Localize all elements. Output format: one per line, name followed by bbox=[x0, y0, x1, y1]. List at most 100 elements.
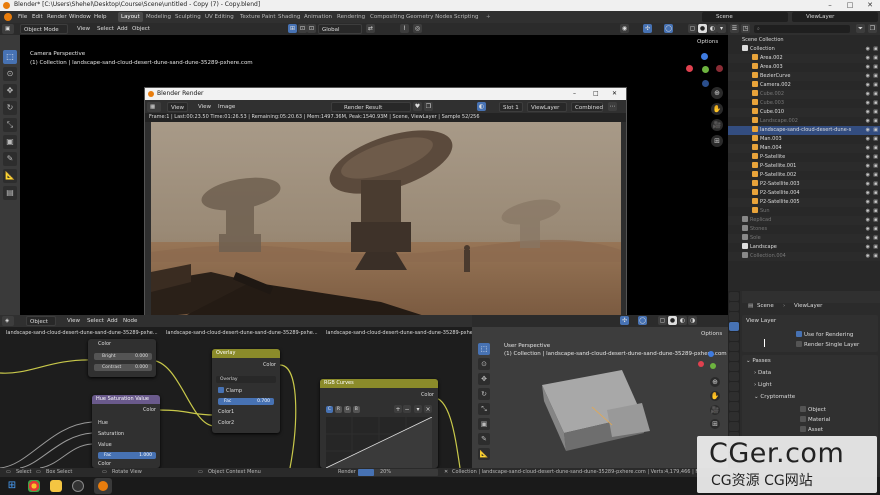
outliner-item[interactable]: Landscape.002 ◉ ▣ bbox=[728, 117, 880, 126]
render-visibility-icon[interactable]: ▣ bbox=[873, 198, 878, 207]
tab-shading[interactable]: Shading bbox=[275, 12, 303, 22]
visibility-eye-icon[interactable]: ◉ bbox=[866, 198, 870, 207]
visibility-eye-icon[interactable]: ◉ bbox=[866, 162, 870, 171]
slot-dropdown[interactable]: Slot 1 bbox=[499, 102, 523, 112]
menu-object[interactable]: Object bbox=[129, 24, 153, 34]
material-tab-icon[interactable] bbox=[729, 422, 739, 431]
proportional-edit-icon[interactable]: ◎ bbox=[413, 24, 422, 33]
windows-start-icon[interactable]: ⊞ bbox=[6, 480, 18, 492]
render-maximize-icon[interactable]: □ bbox=[593, 88, 599, 100]
visibility-eye-icon[interactable]: ◉ bbox=[866, 216, 870, 225]
move-tool-icon[interactable]: ✥ bbox=[3, 84, 17, 98]
channel-c-tab[interactable]: C bbox=[326, 406, 333, 413]
channel-g-tab[interactable]: G bbox=[343, 406, 351, 413]
outliner-item[interactable]: Camera.002 ◉ ▣ bbox=[728, 81, 880, 90]
outliner-item[interactable]: Cube.003 ◉ ▣ bbox=[728, 99, 880, 108]
visibility-eye-icon[interactable]: ◉ bbox=[866, 126, 870, 135]
visibility-eye-icon[interactable]: ◉ bbox=[866, 108, 870, 117]
new-image-icon[interactable]: ❐ bbox=[424, 102, 433, 111]
render-pass-dropdown[interactable]: Combined bbox=[571, 102, 603, 112]
blender-menu-icon[interactable] bbox=[4, 13, 12, 21]
vb-ortho-icon[interactable]: ⊞ bbox=[710, 419, 720, 429]
overlay-clamp-checkbox[interactable]: Clamp bbox=[218, 387, 242, 394]
vb-axis-z-icon[interactable] bbox=[708, 351, 714, 357]
axis-neg-x-icon[interactable] bbox=[716, 65, 723, 72]
outliner-item[interactable]: P2-Satellite.004 ◉ ▣ bbox=[728, 189, 880, 198]
zoom-icon[interactable]: ⊕ bbox=[711, 87, 723, 99]
render-menu-view[interactable]: View bbox=[195, 102, 214, 112]
visibility-eye-icon[interactable]: ◉ bbox=[866, 135, 870, 144]
visibility-eye-icon[interactable]: ◉ bbox=[866, 189, 870, 198]
vb-zoom-icon[interactable]: ⊕ bbox=[710, 377, 720, 387]
vb-axis-x-icon[interactable] bbox=[698, 361, 704, 367]
pivot-icon[interactable]: ⇄ bbox=[366, 24, 375, 33]
rotate-icon[interactable]: ⊡ bbox=[307, 24, 316, 33]
render-visibility-icon[interactable]: ▣ bbox=[873, 90, 878, 99]
outliner-item[interactable]: P2-Satellite.003 ◉ ▣ bbox=[728, 180, 880, 189]
use-for-rendering-checkbox[interactable]: Use for Rendering bbox=[796, 331, 853, 338]
outliner-item[interactable]: Cube.002 ◉ ▣ bbox=[728, 90, 880, 99]
render-visibility-icon[interactable]: ▣ bbox=[873, 225, 878, 234]
channel-b-tab[interactable]: B bbox=[352, 406, 360, 413]
particles-tab-icon[interactable] bbox=[729, 382, 739, 391]
tab-geometry-nodes[interactable]: Geometry Nodes bbox=[403, 12, 455, 22]
render-visibility-icon[interactable]: ▣ bbox=[873, 45, 878, 54]
visibility-eye-icon[interactable]: ◉ bbox=[866, 234, 870, 243]
render-visibility-icon[interactable]: ▣ bbox=[873, 144, 878, 153]
render-visibility-icon[interactable]: ▣ bbox=[873, 153, 878, 162]
shader-node-editor[interactable]: ◈ Object View Select Add Node landscape-… bbox=[0, 315, 472, 468]
outliner-item[interactable]: Area.002 ◉ ▣ bbox=[728, 54, 880, 63]
visibility-eye-icon[interactable]: ◉ bbox=[866, 72, 870, 81]
tab-rendering[interactable]: Rendering bbox=[334, 12, 368, 22]
transform-icon[interactable]: ⊞ bbox=[288, 24, 297, 33]
render-visibility-icon[interactable]: ▣ bbox=[873, 63, 878, 72]
options-dropdown[interactable]: Options bbox=[694, 37, 721, 47]
visibility-eye-icon[interactable]: ◉ bbox=[866, 180, 870, 189]
tab-compositing[interactable]: Compositing bbox=[367, 12, 407, 22]
close-icon[interactable]: ✕ bbox=[860, 0, 880, 11]
channel-r-tab[interactable]: R bbox=[334, 406, 342, 413]
overlays-icon[interactable]: ◯ bbox=[664, 24, 673, 33]
snap-icon[interactable]: ⌇ bbox=[400, 24, 409, 33]
rgb-curves-node-header[interactable]: RGB Curves bbox=[320, 379, 438, 388]
subpanel-cryptomatte[interactable]: ⌄ Cryptomatte bbox=[754, 394, 795, 400]
solid-shading-icon[interactable]: ● bbox=[698, 24, 707, 33]
visibility-eye-icon[interactable]: ◉ bbox=[866, 54, 870, 63]
render-visibility-icon[interactable]: ▣ bbox=[873, 171, 878, 180]
transform-tool-icon[interactable]: ▣ bbox=[3, 135, 17, 149]
view-layer-tab-icon[interactable] bbox=[729, 322, 739, 331]
cursor-tool-icon[interactable]: ⊙ bbox=[3, 67, 17, 81]
hsv-node-header[interactable]: Hue Saturation Value bbox=[92, 395, 160, 404]
annotate-tool-icon[interactable]: ✎ bbox=[3, 152, 17, 166]
rendered-shading-icon[interactable]: ◐ bbox=[708, 24, 717, 33]
hue-saturation-value-node[interactable]: Hue Saturation Value Color Hue Saturatio… bbox=[92, 395, 160, 468]
axis-neg-z-icon[interactable] bbox=[702, 80, 709, 87]
visibility-eye-icon[interactable]: ◉ bbox=[866, 252, 870, 261]
outliner-item[interactable]: Man.004 ◉ ▣ bbox=[728, 144, 880, 153]
render-visibility-icon[interactable]: ▣ bbox=[873, 99, 878, 108]
crypto-object-checkbox[interactable]: Object bbox=[800, 406, 826, 413]
outliner-item[interactable]: P-Satellite.002 ◉ ▣ bbox=[728, 171, 880, 180]
visibility-eye-icon[interactable]: ◉ bbox=[866, 99, 870, 108]
hsv-fac-field[interactable]: Fac 1.000 bbox=[98, 452, 156, 459]
overlay-node-header[interactable]: Overlay bbox=[212, 349, 280, 358]
visibility-eye-icon[interactable]: ◉ bbox=[866, 225, 870, 234]
visibility-eye-icon[interactable]: ◉ bbox=[866, 171, 870, 180]
render-visibility-icon[interactable]: ▣ bbox=[873, 234, 878, 243]
render-single-layer-checkbox[interactable]: Render Single Layer bbox=[796, 341, 859, 348]
axis-z-icon[interactable] bbox=[701, 53, 708, 60]
collection-tab-icon[interactable] bbox=[729, 352, 739, 361]
vb-axis-y-icon[interactable] bbox=[710, 363, 716, 369]
outliner-item[interactable]: Man.003 ◉ ▣ bbox=[728, 135, 880, 144]
render-close-icon[interactable]: ✕ bbox=[612, 88, 617, 100]
render-window[interactable]: Blender Render – □ ✕ ▦ View View Image R… bbox=[144, 87, 627, 319]
select-box-tool-icon[interactable]: ⬚ bbox=[3, 50, 17, 64]
overlay-fac-field[interactable]: Fac 0.700 bbox=[218, 398, 274, 405]
render-minimize-icon[interactable]: – bbox=[573, 88, 576, 100]
curve-tools-icon[interactable]: ▾ bbox=[414, 405, 422, 413]
render-result-image[interactable] bbox=[151, 122, 621, 318]
display-mode-icon[interactable]: ◳ bbox=[741, 24, 750, 33]
curve-graph[interactable] bbox=[326, 417, 432, 468]
scene-tab-icon[interactable] bbox=[729, 332, 739, 341]
curve-zoom-out-icon[interactable]: − bbox=[403, 405, 411, 413]
